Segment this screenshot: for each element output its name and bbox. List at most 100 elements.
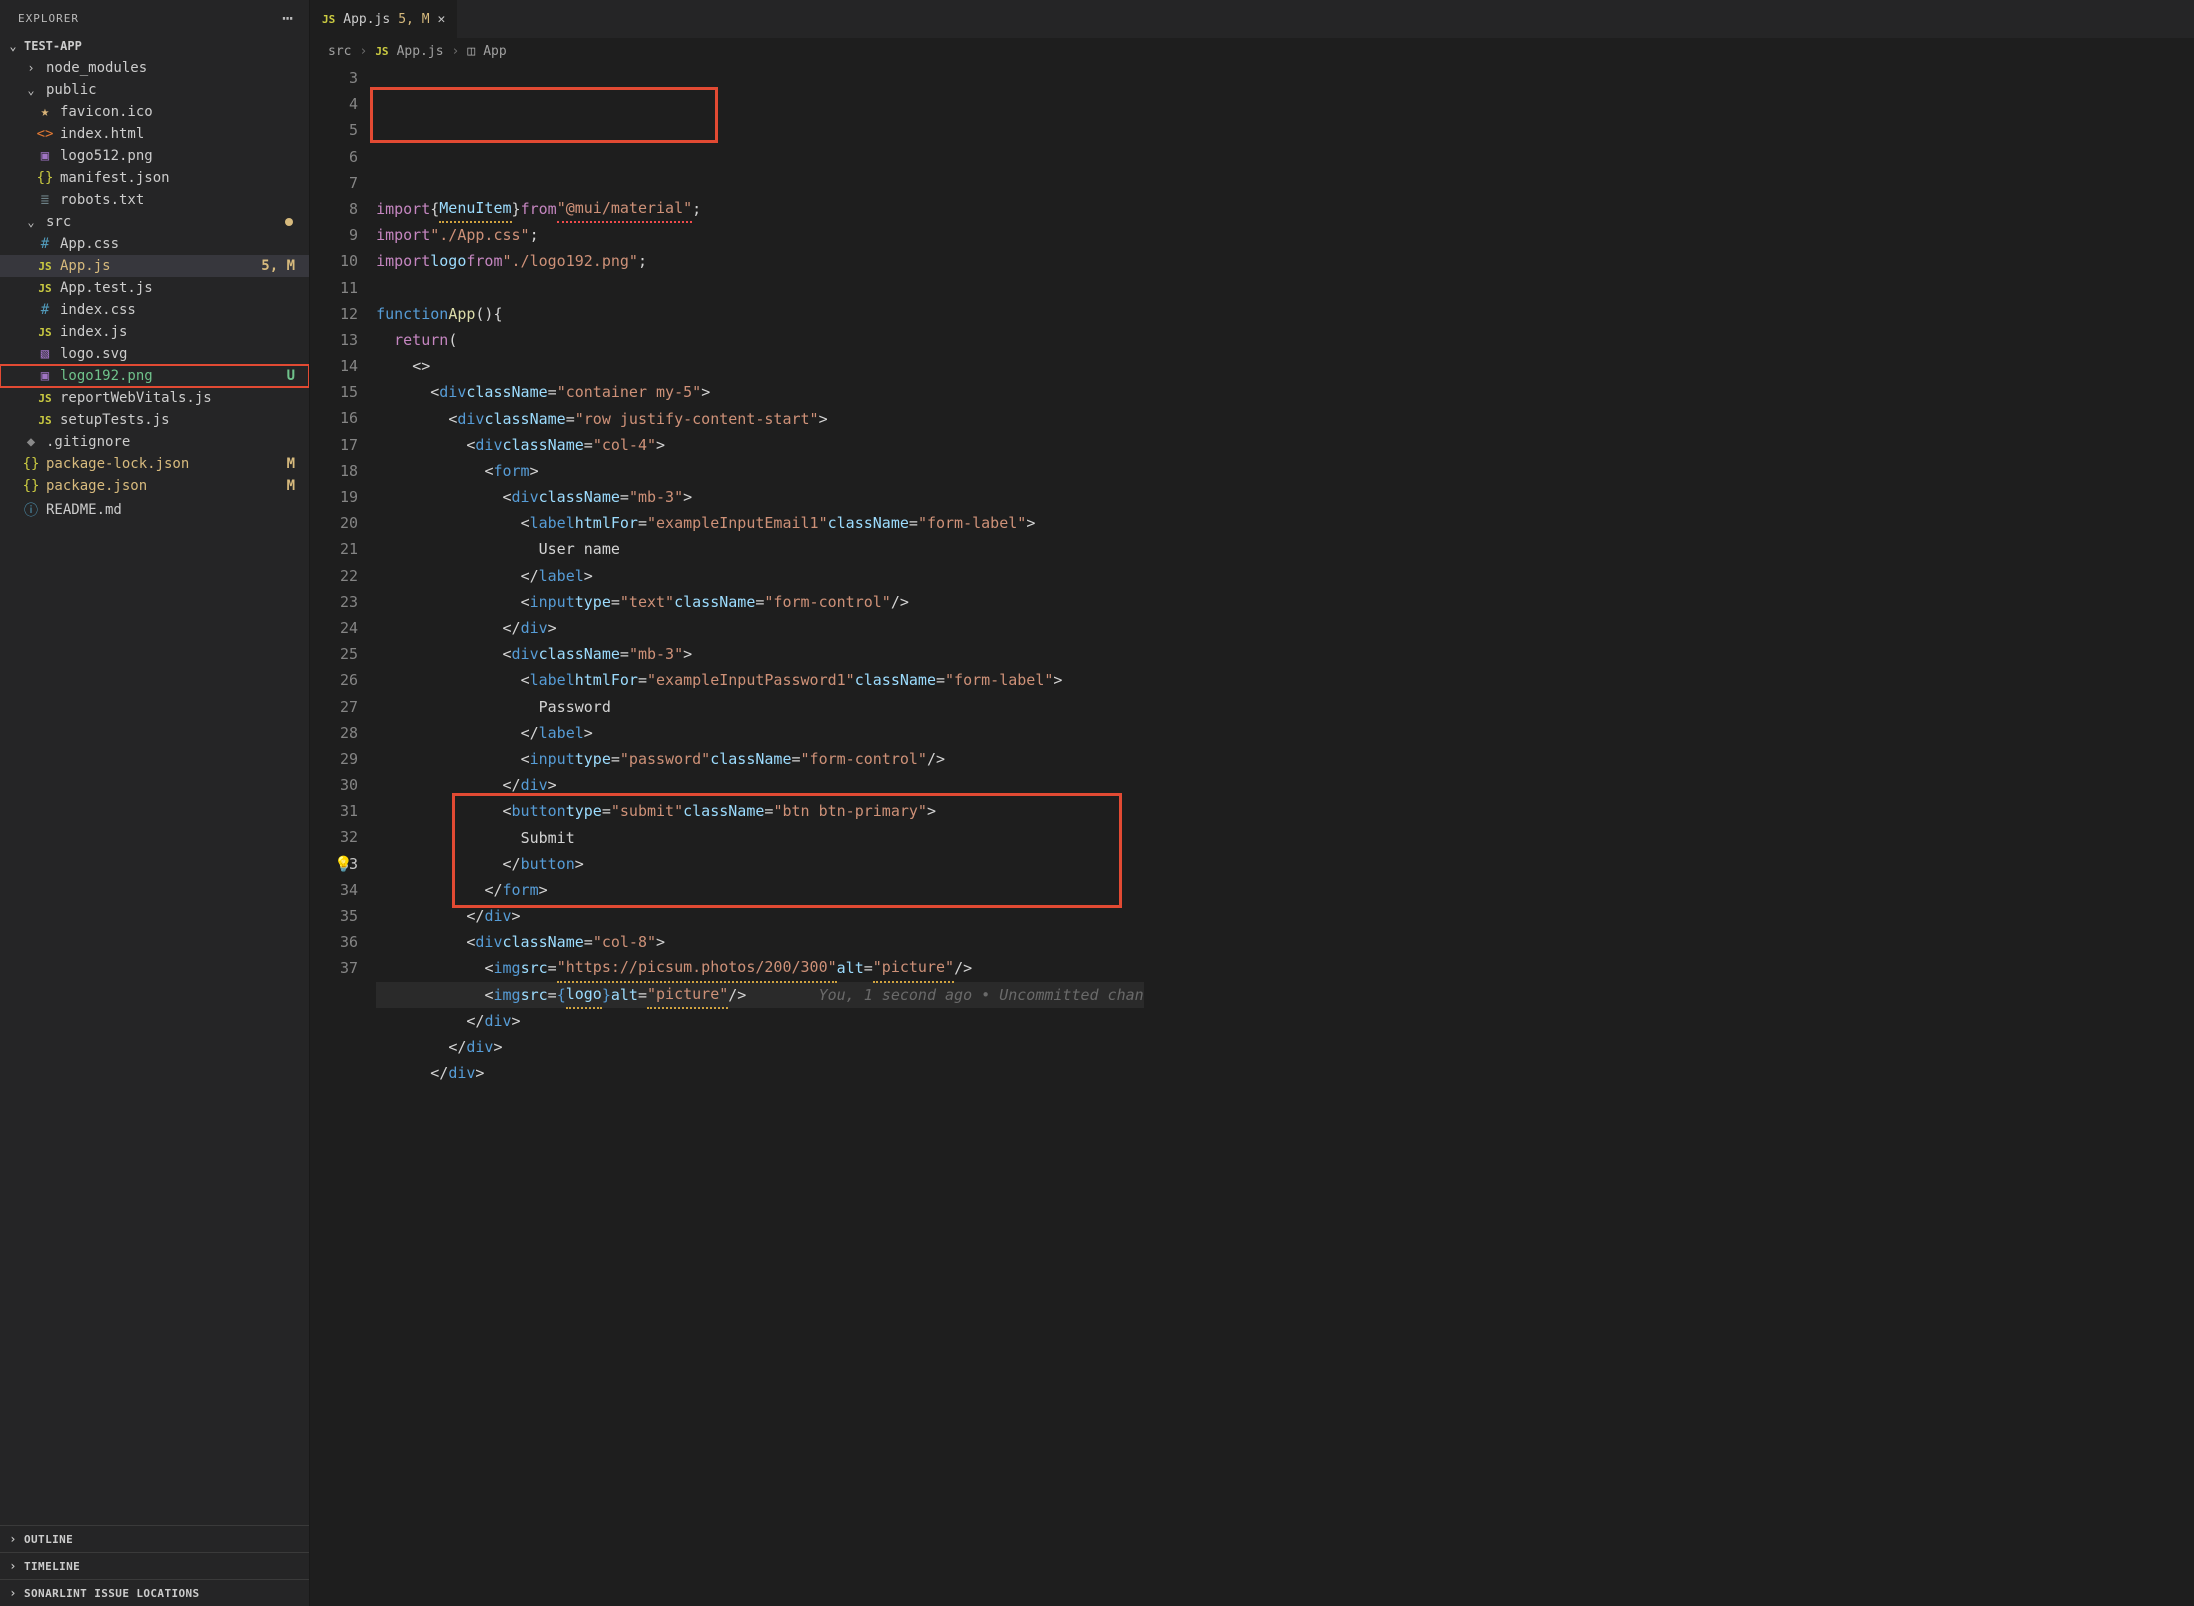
- line-number: 28: [340, 720, 358, 746]
- code-line[interactable]: <input type="password" className="form-c…: [376, 746, 1144, 772]
- code-line[interactable]: import "./App.css";: [376, 222, 1144, 248]
- file-item[interactable]: JSsetupTests.js: [0, 409, 309, 431]
- line-number: 3: [340, 65, 358, 91]
- line-number: 4: [340, 91, 358, 117]
- file-item[interactable]: JSApp.test.js: [0, 277, 309, 299]
- chevron-right-icon: ›: [6, 1586, 20, 1600]
- folder-item[interactable]: ⌄src: [0, 211, 309, 233]
- git-icon: ◆: [22, 434, 40, 450]
- code-area[interactable]: import { MenuItem } from "@mui/material"…: [376, 65, 1184, 1606]
- code-line[interactable]: </div>: [376, 1060, 1144, 1086]
- breadcrumb-symbol[interactable]: App: [483, 44, 506, 59]
- code-line[interactable]: User name: [376, 536, 1144, 562]
- sidebar-section-sonarlint-issue-locations[interactable]: ›SONARLINT ISSUE LOCATIONS: [0, 1579, 309, 1606]
- code-line[interactable]: </div>: [376, 1008, 1144, 1034]
- file-item[interactable]: {}package-lock.jsonM: [0, 453, 309, 475]
- line-number: 25: [340, 641, 358, 667]
- file-item[interactable]: ★favicon.ico: [0, 101, 309, 123]
- line-number: 7: [340, 170, 358, 196]
- code-line[interactable]: <label htmlFor="exampleInputPassword1" c…: [376, 667, 1144, 693]
- git-status-badge: U: [287, 368, 301, 384]
- code-line[interactable]: <div className="col-8">: [376, 929, 1144, 955]
- img-icon: ▣: [36, 148, 54, 164]
- line-number: 16: [340, 405, 358, 431]
- file-item[interactable]: ▧logo.svg: [0, 343, 309, 365]
- folder-item[interactable]: ⌄public: [0, 79, 309, 101]
- code-line[interactable]: </button>: [376, 851, 1144, 877]
- tree-item-label: favicon.ico: [60, 104, 301, 120]
- file-item[interactable]: #App.css: [0, 233, 309, 255]
- file-item[interactable]: #index.css: [0, 299, 309, 321]
- code-line[interactable]: </div>: [376, 903, 1144, 929]
- code-line[interactable]: <input type="text" className="form-contr…: [376, 589, 1144, 615]
- breadcrumb[interactable]: src › JS App.js › ◫ App: [310, 38, 2194, 65]
- tree-item-label: index.js: [60, 324, 301, 340]
- file-item[interactable]: {}package.jsonM: [0, 475, 309, 497]
- json-icon: {}: [22, 456, 40, 472]
- info-icon: ⓘ: [22, 500, 40, 520]
- code-line[interactable]: <div className="mb-3">: [376, 641, 1144, 667]
- code-line[interactable]: <label htmlFor="exampleInputEmail1" clas…: [376, 510, 1144, 536]
- code-line[interactable]: </label>: [376, 720, 1144, 746]
- tree-item-label: README.md: [46, 502, 301, 518]
- code-line[interactable]: import logo from "./logo192.png";: [376, 248, 1144, 274]
- code-line[interactable]: <div className="container my-5">: [376, 379, 1144, 405]
- code-line[interactable]: [376, 1086, 1144, 1112]
- code-line[interactable]: import { MenuItem } from "@mui/material"…: [376, 196, 1144, 222]
- line-number: 18: [340, 458, 358, 484]
- line-number: 22: [340, 563, 358, 589]
- file-item[interactable]: ≣robots.txt: [0, 189, 309, 211]
- file-item[interactable]: ⓘ README.md: [0, 497, 309, 523]
- tree-item-label: node_modules: [46, 60, 301, 76]
- code-editor[interactable]: 3456789101112131415161718192021222324252…: [310, 65, 2194, 1606]
- file-item[interactable]: <>index.html: [0, 123, 309, 145]
- sidebar-section-outline[interactable]: ›OUTLINE: [0, 1525, 309, 1552]
- folder-item[interactable]: ›node_modules: [0, 57, 309, 79]
- close-icon[interactable]: ✕: [438, 12, 446, 27]
- line-number: 23: [340, 589, 358, 615]
- code-line[interactable]: function App() {: [376, 301, 1144, 327]
- code-line[interactable]: </div>: [376, 772, 1144, 798]
- breadcrumb-file[interactable]: App.js: [397, 44, 444, 59]
- project-section-header[interactable]: ⌄ TEST-APP: [0, 35, 309, 57]
- line-number: 35: [340, 903, 358, 929]
- code-line[interactable]: [376, 275, 1144, 301]
- code-line[interactable]: <div className="col-4">: [376, 432, 1144, 458]
- code-line[interactable]: </form>: [376, 877, 1144, 903]
- code-line[interactable]: <div className="mb-3">: [376, 484, 1144, 510]
- code-line[interactable]: <div className="row justify-content-star…: [376, 406, 1144, 432]
- explorer-more-icon[interactable]: ⋯: [282, 8, 295, 29]
- code-line[interactable]: <img src="https://picsum.photos/200/300"…: [376, 955, 1144, 981]
- explorer-header: EXPLORER ⋯: [0, 0, 309, 35]
- file-item[interactable]: ◆.gitignore: [0, 431, 309, 453]
- line-number: 13: [340, 327, 358, 353]
- code-line[interactable]: </div>: [376, 615, 1144, 641]
- code-line[interactable]: <form>: [376, 458, 1144, 484]
- code-line[interactable]: return (: [376, 327, 1144, 353]
- file-item[interactable]: ▣logo192.pngU: [0, 365, 309, 387]
- tree-item-label: App.test.js: [60, 280, 301, 296]
- code-line[interactable]: <>: [376, 353, 1144, 379]
- code-line[interactable]: <img src={logo} alt="picture" /> You, 1 …: [376, 982, 1144, 1008]
- sidebar-section-timeline[interactable]: ›TIMELINE: [0, 1552, 309, 1579]
- tree-item-label: index.css: [60, 302, 301, 318]
- code-line[interactable]: </label>: [376, 563, 1144, 589]
- code-line[interactable]: Submit: [376, 825, 1144, 851]
- file-item[interactable]: {}manifest.json: [0, 167, 309, 189]
- dirty-dot-icon: [285, 218, 293, 226]
- lightbulb-icon[interactable]: 💡: [334, 851, 353, 877]
- file-item[interactable]: JSindex.js: [0, 321, 309, 343]
- file-item[interactable]: JSApp.js5, M: [0, 255, 309, 277]
- line-number: 12: [340, 301, 358, 327]
- line-gutter: 3456789101112131415161718192021222324252…: [310, 65, 376, 1606]
- breadcrumb-src[interactable]: src: [328, 44, 351, 59]
- line-number: 31: [340, 798, 358, 824]
- code-line[interactable]: </div>: [376, 1034, 1144, 1060]
- git-blame-annotation: You, 1 second ago • Uncommitted chan: [819, 982, 1144, 1008]
- file-item[interactable]: JSreportWebVitals.js: [0, 387, 309, 409]
- code-line[interactable]: <button type="submit" className="btn btn…: [376, 798, 1144, 824]
- file-item[interactable]: ▣logo512.png: [0, 145, 309, 167]
- line-number: 6: [340, 144, 358, 170]
- tab-app-js[interactable]: JS App.js 5, M ✕: [310, 0, 458, 38]
- code-line[interactable]: Password: [376, 694, 1144, 720]
